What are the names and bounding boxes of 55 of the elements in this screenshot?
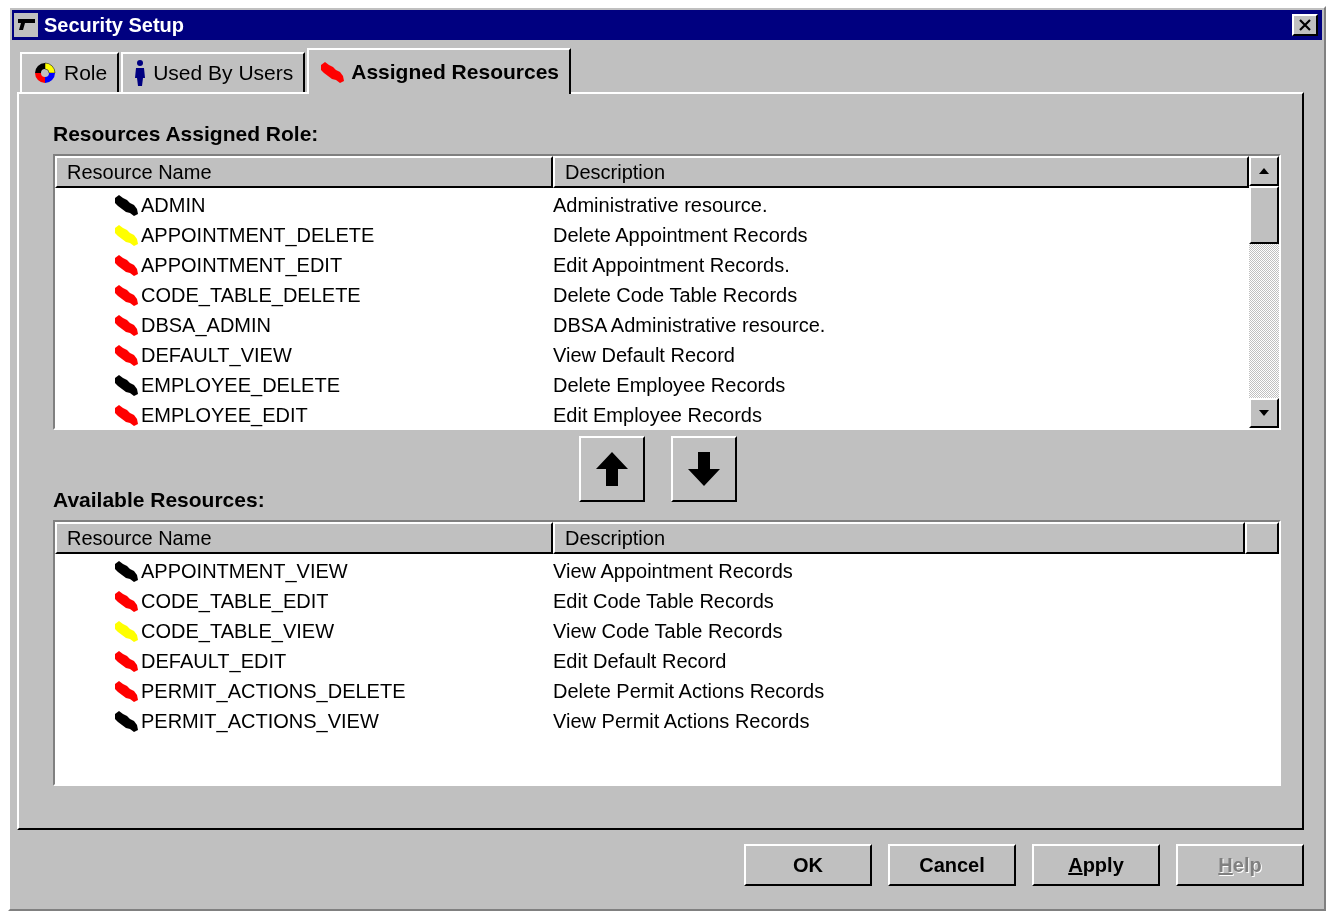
resource-icon [319,60,346,84]
color-ring-icon [32,60,58,86]
table-cell[interactable]: Edit Employee Records [553,403,762,427]
table-cell[interactable]: CODE_TABLE_EDIT [141,589,329,613]
close-icon [1299,19,1311,31]
scroll-down-button[interactable] [1249,398,1279,428]
scroll-up-button[interactable] [1249,156,1279,186]
table-cell[interactable]: Edit Code Table Records [553,589,774,613]
table-cell[interactable]: Edit Default Record [553,649,727,673]
tab[interactable]: Assigned Resources [307,48,571,94]
dialog-button[interactable]: Cancel [888,844,1016,886]
dialog-button[interactable]: OK [744,844,872,886]
table-cell[interactable]: EMPLOYEE_DELETE [141,373,340,397]
table-cell[interactable]: View Code Table Records [553,619,783,643]
table-cell[interactable]: DBSA Administrative resource. [553,313,826,337]
table-cell[interactable]: APPOINTMENT_EDIT [141,253,343,277]
pistol-icon [14,13,38,37]
table-cell[interactable]: APPOINTMENT_DELETE [141,223,375,247]
close-button[interactable] [1292,14,1318,36]
table-cell[interactable]: View Appointment Records [553,559,793,583]
column-header[interactable]: Description [553,522,1245,554]
move-down-button[interactable] [670,436,737,502]
move-up-button[interactable] [578,436,645,502]
table-cell[interactable]: PERMIT_ACTIONS_VIEW [141,709,379,733]
table-cell[interactable]: Administrative resource. [553,193,768,217]
section-heading: Resources Assigned Role: [53,122,320,146]
scroll-thumb[interactable] [1249,186,1279,244]
column-header[interactable]: Description [553,156,1249,188]
person-icon [133,59,148,87]
scrollbar[interactable] [1249,156,1279,428]
up-triangle-icon [1259,168,1269,174]
table-cell[interactable]: View Permit Actions Records [553,709,810,733]
table-cell[interactable]: APPOINTMENT_VIEW [141,559,348,583]
table-cell[interactable]: Delete Code Table Records [553,283,798,307]
dialog-button[interactable]: Apply [1032,844,1160,886]
table-cell[interactable]: EMPLOYEE_EDIT [141,403,308,427]
table-cell[interactable]: DEFAULT_VIEW [141,343,292,367]
section-heading: Available Resources: [53,488,265,512]
column-header[interactable]: Resource Name [55,156,553,188]
table-cell[interactable]: DEFAULT_EDIT [141,649,287,673]
table-cell[interactable]: Delete Appointment Records [553,223,808,247]
down-triangle-icon [1259,410,1269,416]
table-cell[interactable]: DBSA_ADMIN [141,313,272,337]
table-cell[interactable]: Delete Permit Actions Records [553,679,825,703]
column-header[interactable]: Resource Name [55,522,553,554]
table-cell[interactable]: PERMIT_ACTIONS_DELETE [141,679,406,703]
table-cell[interactable]: Edit Appointment Records. [553,253,790,277]
table-cell[interactable]: Delete Employee Records [553,373,786,397]
table-cell[interactable]: CODE_TABLE_DELETE [141,283,361,307]
tab[interactable]: Used By Users [121,52,306,92]
table-cell[interactable]: ADMIN [141,193,206,217]
table-cell[interactable]: CODE_TABLE_VIEW [141,619,335,643]
tab[interactable]: Role [20,52,120,92]
table-cell[interactable]: View Default Record [553,343,735,367]
window-title: Security Setup [44,13,186,37]
